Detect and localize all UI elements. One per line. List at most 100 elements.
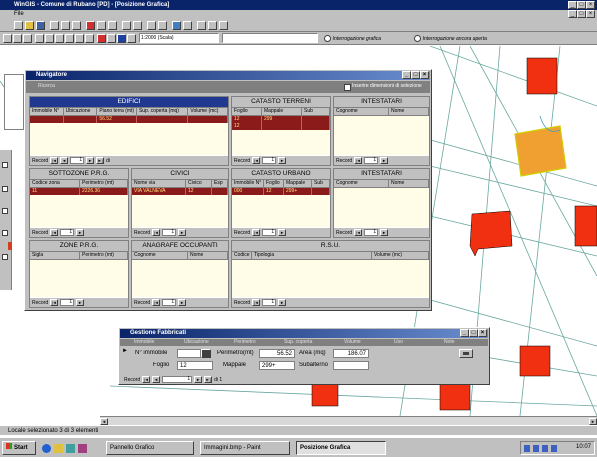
record-number-input[interactable]: 1 bbox=[262, 157, 277, 164]
layer-checkbox[interactable] bbox=[2, 230, 8, 236]
polygon-icon[interactable] bbox=[45, 34, 54, 43]
immobile-field[interactable] bbox=[177, 349, 201, 358]
taskbar-button-pannello[interactable]: Pannello Grafico bbox=[106, 441, 194, 455]
first-record-button[interactable]: |◄ bbox=[152, 299, 161, 306]
quicklaunch-channels-icon[interactable] bbox=[78, 444, 87, 453]
record-number-input[interactable]: 1 bbox=[60, 229, 75, 236]
first-record-button[interactable]: |◄ bbox=[354, 229, 363, 236]
maximize-button[interactable]: □ bbox=[577, 1, 586, 9]
quicklaunch-desktop-icon[interactable] bbox=[66, 444, 75, 453]
first-record-button[interactable]: |◄ bbox=[252, 299, 261, 306]
quicklaunch-ie-icon[interactable] bbox=[42, 444, 51, 453]
menu-file[interactable]: File bbox=[14, 10, 24, 19]
layer-icon[interactable] bbox=[122, 21, 131, 30]
record-number-input[interactable]: 1 bbox=[162, 376, 193, 383]
form-close-button[interactable]: × bbox=[478, 329, 487, 337]
scroll-left-button[interactable]: ◄ bbox=[100, 418, 108, 425]
record-number-input[interactable]: 1 bbox=[262, 229, 277, 236]
immobile-lookup-button[interactable] bbox=[201, 349, 211, 358]
next-record-button[interactable]: ► bbox=[178, 229, 187, 236]
table-row[interactable]: 12 299 bbox=[232, 116, 330, 123]
dimension-checkbox[interactable] bbox=[344, 84, 351, 91]
next-record-button[interactable]: ► bbox=[380, 229, 389, 236]
child-restore-button[interactable]: □ bbox=[577, 10, 586, 18]
last-record-button[interactable]: ►| bbox=[96, 157, 105, 164]
select-icon[interactable] bbox=[147, 21, 156, 30]
minimize-button[interactable]: _ bbox=[568, 1, 577, 9]
cut-icon[interactable] bbox=[86, 21, 95, 30]
first-record-button[interactable]: |◄ bbox=[50, 229, 59, 236]
query-icon[interactable] bbox=[197, 21, 206, 30]
line-icon[interactable] bbox=[65, 34, 74, 43]
flag-icon[interactable] bbox=[97, 34, 106, 43]
table-icon[interactable] bbox=[133, 21, 142, 30]
navigator-maximize-button[interactable]: □ bbox=[411, 71, 420, 79]
print-form-button[interactable] bbox=[459, 349, 473, 358]
quicklaunch-explorer-icon[interactable] bbox=[54, 444, 63, 453]
table-row[interactable]: 11 2226.36 bbox=[30, 188, 128, 195]
open-icon[interactable] bbox=[25, 21, 34, 30]
copy-icon[interactable] bbox=[97, 21, 106, 30]
hand-icon[interactable] bbox=[23, 34, 32, 43]
scroll-right-button[interactable]: ► bbox=[589, 418, 597, 425]
record-selector[interactable]: ► bbox=[122, 348, 131, 374]
next-record-button[interactable]: ► bbox=[194, 376, 203, 383]
next-record-button[interactable]: ► bbox=[86, 157, 95, 164]
layers-icon[interactable] bbox=[107, 34, 116, 43]
pan-icon[interactable] bbox=[13, 34, 22, 43]
area-icon[interactable] bbox=[85, 34, 94, 43]
child-minimize-button[interactable]: _ bbox=[568, 10, 577, 18]
first-record-button[interactable]: |◄ bbox=[252, 229, 261, 236]
close-button[interactable]: × bbox=[586, 1, 595, 9]
table-row[interactable]: 12 bbox=[232, 123, 330, 130]
rectangle-icon[interactable] bbox=[55, 34, 64, 43]
first-record-button[interactable]: |◄ bbox=[252, 157, 261, 164]
record-number-input[interactable]: 1 bbox=[70, 157, 85, 164]
next-record-button[interactable]: ► bbox=[278, 299, 287, 306]
start-button[interactable]: Start bbox=[2, 441, 36, 455]
record-number-input[interactable]: 1 bbox=[162, 299, 177, 306]
layer-checkbox[interactable] bbox=[2, 162, 8, 168]
record-number-input[interactable]: 1 bbox=[162, 229, 177, 236]
area-field[interactable]: 186.07 bbox=[333, 349, 369, 358]
prev-record-button[interactable]: ◄ bbox=[60, 157, 69, 164]
table-row[interactable]: 000 12 299+ bbox=[232, 188, 330, 195]
info-icon[interactable] bbox=[208, 21, 217, 30]
zoom-icon[interactable] bbox=[183, 21, 192, 30]
first-record-button[interactable]: |◄ bbox=[50, 157, 59, 164]
layer-dropdown[interactable] bbox=[222, 33, 318, 43]
undo-icon[interactable] bbox=[61, 21, 70, 30]
first-record-button[interactable]: |◄ bbox=[142, 376, 151, 383]
help-icon[interactable] bbox=[219, 21, 228, 30]
new-icon[interactable] bbox=[14, 21, 23, 30]
navigator-minimize-button[interactable]: _ bbox=[402, 71, 411, 79]
next-record-button[interactable]: ► bbox=[178, 299, 187, 306]
mappale-field[interactable]: 299+ bbox=[259, 361, 295, 370]
redo-icon[interactable] bbox=[72, 21, 81, 30]
next-record-button[interactable]: ► bbox=[278, 229, 287, 236]
navigator-close-button[interactable]: × bbox=[420, 71, 429, 79]
first-record-button[interactable]: |◄ bbox=[152, 229, 161, 236]
table-row[interactable]: 56.52 bbox=[30, 116, 228, 123]
paste-icon[interactable] bbox=[108, 21, 117, 30]
next-record-button[interactable]: ► bbox=[380, 157, 389, 164]
form-maximize-button[interactable]: □ bbox=[469, 329, 478, 337]
save-icon[interactable] bbox=[36, 21, 45, 30]
last-record-button[interactable]: ►| bbox=[204, 376, 213, 383]
taskbar-button-posizione[interactable]: Posizione Grafica bbox=[296, 441, 386, 455]
next-record-button[interactable]: ► bbox=[278, 157, 287, 164]
grid-icon[interactable] bbox=[158, 21, 167, 30]
export-icon[interactable] bbox=[127, 34, 136, 43]
radio-interrogazione-aperta[interactable]: Interrogazione ancora aperta bbox=[414, 35, 487, 42]
print-icon[interactable] bbox=[50, 21, 59, 30]
circle-icon[interactable] bbox=[35, 34, 44, 43]
record-number-input[interactable]: 1 bbox=[262, 299, 277, 306]
perimetro-field[interactable]: 56.52 bbox=[259, 349, 295, 358]
first-record-button[interactable]: |◄ bbox=[354, 157, 363, 164]
next-record-button[interactable]: ► bbox=[76, 299, 85, 306]
layer-checkbox[interactable] bbox=[2, 186, 8, 192]
first-record-button[interactable]: |◄ bbox=[50, 299, 59, 306]
next-record-button[interactable]: ► bbox=[76, 229, 85, 236]
table-row[interactable]: VIA VALNEVA 12 bbox=[132, 188, 228, 195]
map-hscrollbar[interactable]: ◄ ► bbox=[100, 416, 597, 425]
